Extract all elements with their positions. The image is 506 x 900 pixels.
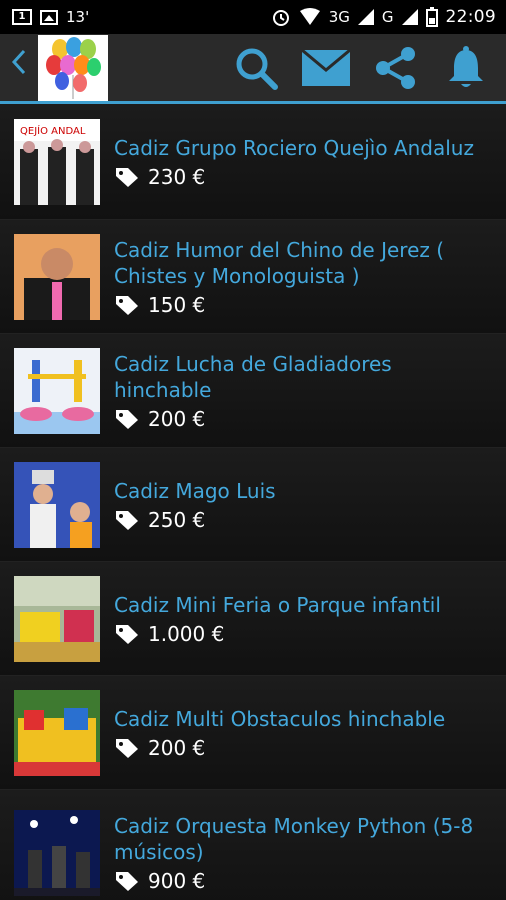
app-bar: [0, 34, 506, 104]
network-type-3g: 3G: [328, 8, 350, 26]
price-tag-icon: [116, 167, 138, 187]
list-item[interactable]: Cadiz Multi Obstaculos hinchable 200 €: [0, 676, 506, 790]
app-logo[interactable]: [38, 34, 108, 101]
item-price: 1.000 €: [148, 621, 225, 646]
share-icon: [376, 46, 415, 89]
item-price: 900 €: [148, 868, 206, 893]
price-tag-icon: [116, 295, 138, 315]
back-button[interactable]: [8, 33, 38, 103]
search-button[interactable]: [232, 44, 280, 92]
item-thumbnail: [14, 809, 100, 896]
signal-icon: [357, 9, 374, 25]
item-price: 150 €: [148, 292, 206, 317]
item-thumbnail: [14, 575, 100, 662]
svg-text:QEJÍO ANDAL: QEJÍO ANDAL: [20, 124, 86, 137]
list-item[interactable]: Cadiz Mago Luis 250 €: [0, 448, 506, 562]
mail-button[interactable]: [302, 44, 350, 92]
list-item[interactable]: QEJÍO ANDAL Cadiz Grupo Rociero Quejìo A…: [0, 104, 506, 220]
list-item[interactable]: Cadiz Lucha de Gladiadores hinchable 200…: [0, 334, 506, 448]
item-title: Cadiz Lucha de Gladiadores hinchable: [114, 351, 392, 402]
sim-icon: 1: [12, 9, 32, 25]
price-tag-icon: [116, 871, 138, 891]
item-price: 250 €: [148, 507, 206, 532]
balloons-icon: [46, 36, 101, 99]
alarm-icon: [272, 10, 289, 26]
price-tag-icon: [116, 738, 138, 758]
item-price: 200 €: [148, 735, 206, 760]
chevron-left-icon: [11, 49, 26, 74]
item-price: 200 €: [148, 406, 206, 431]
list-item[interactable]: Cadiz Orquesta Monkey Python (5-8 músico…: [0, 790, 506, 900]
item-title: Cadiz Grupo Rociero Quejìo Andaluz: [114, 135, 474, 160]
item-title: Cadiz Mini Feria o Parque infantil: [114, 592, 441, 617]
notifications-button[interactable]: [442, 44, 490, 92]
item-thumbnail: [14, 347, 100, 434]
list-item[interactable]: Cadiz Humor del Chino de Jerez ( Chistes…: [0, 220, 506, 334]
price-tag-icon: [116, 409, 138, 429]
item-thumbnail: [14, 461, 100, 548]
price-tag-icon: [116, 624, 138, 644]
product-list: QEJÍO ANDAL Cadiz Grupo Rociero Quejìo A…: [0, 104, 506, 900]
bell-icon: [449, 45, 483, 87]
wifi-icon: [299, 8, 320, 25]
status-bar: 1 13' 3G G 22:09: [0, 0, 506, 34]
image-icon: [40, 9, 58, 25]
search-icon: [236, 48, 278, 90]
share-button[interactable]: [372, 44, 420, 92]
item-thumbnail: [14, 689, 100, 776]
item-thumbnail: QEJÍO ANDAL: [14, 118, 100, 205]
item-title: Cadiz Multi Obstaculos hinchable: [114, 706, 446, 731]
item-price: 230 €: [148, 164, 206, 189]
network-type-g: G: [381, 8, 394, 26]
signal-icon-2: [401, 9, 418, 25]
item-title: Cadiz Humor del Chino de Jerez ( Chistes…: [114, 237, 445, 288]
battery-icon: [425, 7, 438, 27]
price-tag-icon: [116, 510, 138, 530]
item-thumbnail: [14, 233, 100, 320]
item-title: Cadiz Mago Luis: [114, 478, 276, 503]
clock: 22:09: [445, 7, 496, 27]
item-title: Cadiz Orquesta Monkey Python (5-8 músico…: [114, 813, 474, 864]
list-item[interactable]: Cadiz Mini Feria o Parque infantil 1.000…: [0, 562, 506, 676]
mail-icon: [302, 49, 350, 86]
temperature: 13': [66, 8, 90, 26]
